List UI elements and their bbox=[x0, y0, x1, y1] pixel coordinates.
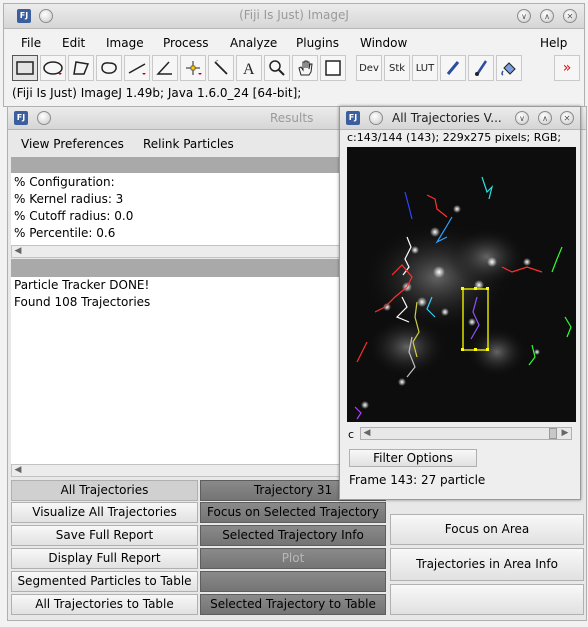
menu-view-preferences[interactable]: View Preferences bbox=[21, 137, 124, 151]
trajectories-minimize-button[interactable]: ∨ bbox=[515, 111, 529, 125]
log-line: Particle Tracker DONE! bbox=[14, 278, 150, 292]
freehand-tool-icon[interactable] bbox=[96, 55, 122, 81]
config-line: % Percentile: 0.6 bbox=[14, 226, 116, 240]
trajectories-title: All Trajectories V... bbox=[392, 111, 502, 125]
empty-trajectory-button[interactable] bbox=[200, 571, 386, 592]
magnifier-tool-icon[interactable] bbox=[264, 55, 290, 81]
menu-window[interactable]: Window bbox=[360, 36, 407, 50]
scroll-left-arrow-icon[interactable]: ◀ bbox=[12, 465, 24, 476]
main-status-bar: (Fiji Is Just) ImageJ 1.49b; Java 1.6.0_… bbox=[12, 86, 572, 102]
dev-menu-tool[interactable]: Dev bbox=[356, 55, 382, 81]
focus-on-area-button[interactable]: Focus on Area bbox=[390, 514, 584, 545]
results-window-menu-button[interactable] bbox=[37, 111, 51, 125]
rectangle-tool-icon[interactable] bbox=[12, 55, 38, 81]
main-titlebar[interactable]: FJ (Fiji Is Just) ImageJ ∨ ∧ ✕ bbox=[4, 4, 584, 29]
segmented-particles-to-table-button[interactable]: Segmented Particles to Table bbox=[11, 571, 198, 592]
menu-image[interactable]: Image bbox=[106, 36, 144, 50]
trajectories-close-button[interactable]: ✕ bbox=[560, 111, 574, 125]
status-text: (Fiji Is Just) ImageJ 1.49b; Java 1.6.0_… bbox=[12, 86, 302, 100]
menu-edit[interactable]: Edit bbox=[62, 36, 85, 50]
config-line: % Cutoff radius: 0.0 bbox=[14, 209, 134, 223]
trajectories-titlebar[interactable]: FJ All Trajectories V... ∨ ∧ ✕ bbox=[340, 107, 580, 130]
maximize-button[interactable]: ∧ bbox=[540, 9, 554, 23]
trajectories-maximize-button[interactable]: ∧ bbox=[538, 111, 552, 125]
menu-process[interactable]: Process bbox=[163, 36, 209, 50]
slider-thumb[interactable] bbox=[549, 428, 557, 439]
trajectories-app-icon[interactable]: FJ bbox=[346, 111, 360, 125]
image-info-line: c:143/144 (143); 229x275 pixels; RGB; bbox=[347, 131, 562, 144]
pencil-tool-icon[interactable] bbox=[440, 55, 466, 81]
filter-options-button[interactable]: Filter Options bbox=[349, 449, 477, 467]
polygon-tool-icon[interactable] bbox=[68, 55, 94, 81]
config-line: % Configuration: bbox=[14, 175, 115, 189]
config-text-area: % Configuration: % Kernel radius: 3 % Cu… bbox=[11, 173, 345, 245]
text-tool-icon[interactable]: A bbox=[236, 55, 262, 81]
wand-tool-icon[interactable] bbox=[208, 55, 234, 81]
main-window-title: (Fiji Is Just) ImageJ bbox=[239, 8, 349, 22]
focus-selected-trajectory-button[interactable]: Focus on Selected Trajectory bbox=[200, 502, 386, 523]
color-picker-tool-icon[interactable] bbox=[320, 55, 346, 81]
brush-tool-icon[interactable] bbox=[468, 55, 494, 81]
point-tool-icon[interactable] bbox=[180, 55, 206, 81]
empty-area-button[interactable] bbox=[390, 584, 584, 615]
hand-tool-icon[interactable] bbox=[292, 55, 318, 81]
line-tool-icon[interactable] bbox=[124, 55, 150, 81]
flood-fill-tool-icon[interactable] bbox=[496, 55, 522, 81]
config-line: % Kernel radius: 3 bbox=[14, 192, 124, 206]
config-horizontal-scrollbar[interactable]: ◀ bbox=[11, 245, 345, 258]
results-title: Results bbox=[270, 111, 314, 125]
main-menubar: File Edit Image Process Analyze Plugins … bbox=[4, 29, 584, 54]
lut-menu-tool[interactable]: LUT bbox=[412, 55, 438, 81]
selected-trajectory-info-button[interactable]: Selected Trajectory Info bbox=[200, 525, 386, 546]
results-menubar: View Preferences Relink Particles bbox=[8, 130, 348, 156]
all-trajectories-to-table-button[interactable]: All Trajectories to Table bbox=[11, 594, 198, 615]
trajectories-in-area-info-button[interactable]: Trajectories in Area Info bbox=[390, 548, 584, 581]
stk-menu-tool[interactable]: Stk bbox=[384, 55, 410, 81]
log-text-area: Particle Tracker DONE! Found 108 Traject… bbox=[11, 277, 345, 464]
menu-relink-particles[interactable]: Relink Particles bbox=[143, 137, 234, 151]
slider-right-arrow-icon[interactable]: ▶ bbox=[559, 428, 571, 439]
slider-left-arrow-icon[interactable]: ◀ bbox=[361, 428, 373, 439]
scroll-left-arrow-icon[interactable]: ◀ bbox=[12, 246, 24, 257]
menu-plugins[interactable]: Plugins bbox=[296, 36, 339, 50]
trajectories-window-menu-button[interactable] bbox=[369, 111, 383, 125]
config-header-strip bbox=[11, 157, 345, 173]
channel-slider-label: c bbox=[348, 428, 355, 441]
results-app-icon[interactable]: FJ bbox=[14, 111, 28, 125]
oval-tool-icon[interactable] bbox=[40, 55, 66, 81]
log-header-strip bbox=[11, 259, 345, 277]
save-full-report-button[interactable]: Save Full Report bbox=[11, 525, 198, 546]
close-button[interactable]: ✕ bbox=[563, 9, 577, 23]
display-full-report-button[interactable]: Display Full Report bbox=[11, 548, 198, 569]
trajectory-image-canvas[interactable] bbox=[347, 147, 576, 422]
channel-slider[interactable]: ◀ ▶ bbox=[360, 427, 572, 440]
angle-tool-icon[interactable] bbox=[152, 55, 178, 81]
log-line: Found 108 Trajectories bbox=[14, 295, 151, 309]
more-tools-icon[interactable]: » bbox=[554, 55, 580, 81]
frame-status-text: Frame 143: 27 particle bbox=[349, 473, 486, 487]
minimize-button[interactable]: ∨ bbox=[517, 9, 531, 23]
svg-text:A: A bbox=[243, 61, 255, 77]
menu-analyze[interactable]: Analyze bbox=[230, 36, 277, 50]
visualize-all-trajectories-button[interactable]: Visualize All Trajectories bbox=[11, 502, 198, 523]
selected-trajectory-to-table-button[interactable]: Selected Trajectory to Table bbox=[200, 594, 386, 615]
menu-file[interactable]: File bbox=[21, 36, 41, 50]
trajectories-view-window: FJ All Trajectories V... ∨ ∧ ✕ c:143/144… bbox=[339, 106, 581, 500]
log-horizontal-scrollbar[interactable]: ◀ bbox=[11, 464, 345, 477]
menu-help[interactable]: Help bbox=[540, 36, 567, 50]
plot-button[interactable]: Plot bbox=[200, 548, 386, 569]
all-trajectories-header: All Trajectories bbox=[11, 480, 198, 501]
